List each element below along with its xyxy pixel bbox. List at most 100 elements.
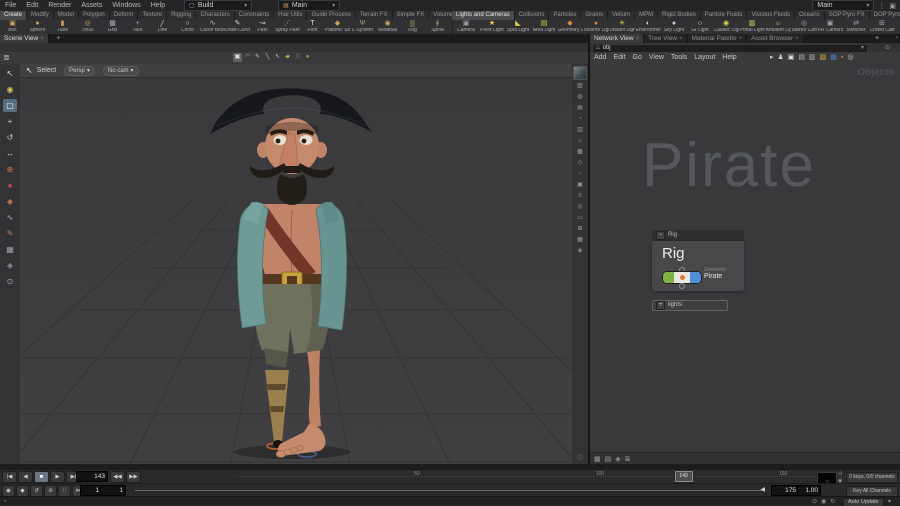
shelf-tool[interactable]: ∿ Curve Bezier xyxy=(200,20,225,34)
network-pane-tab[interactable]: Network View × xyxy=(590,34,644,43)
display-option-icon[interactable]: ▣ xyxy=(574,181,586,190)
playback-start-field[interactable]: 1 xyxy=(100,485,126,496)
display-option-icon[interactable]: ☼ xyxy=(574,137,586,146)
range-start-field[interactable]: 1 xyxy=(80,485,102,496)
shelf-tool[interactable]: ▒ Fog xyxy=(400,20,425,34)
display-option-icon[interactable]: ▤ xyxy=(574,104,586,113)
shelf-tool[interactable]: ○ GI Light xyxy=(687,20,713,34)
shelf-tab[interactable]: MPM xyxy=(635,11,658,20)
menubar-menu[interactable]: Assets xyxy=(76,2,107,9)
shelf-tool[interactable]: ☀ Distant Light xyxy=(609,20,635,34)
menu-icon[interactable]: ≣ xyxy=(3,52,10,64)
close-icon[interactable]: × xyxy=(739,36,743,42)
no-cam-pill[interactable]: No cam ▾ xyxy=(103,66,139,76)
shelf-tool[interactable]: ✎ Draw Curve xyxy=(225,20,250,34)
shelf-tab[interactable]: Particle Fluids xyxy=(701,11,748,20)
shelf-tool[interactable]: ▤ Area Light xyxy=(531,20,557,34)
scene-viewport[interactable]: ↖ Select Persp ▾ No cam ▾ xyxy=(20,64,572,464)
shelf-tool[interactable]: ◆ Geometry Light xyxy=(557,20,583,34)
shelf-tool[interactable]: ∮ Spiral xyxy=(425,20,450,34)
shelf-tab[interactable]: Characters xyxy=(196,11,234,20)
shelf-tab[interactable]: Modify xyxy=(27,11,54,20)
viewport-tool-icon[interactable]: ◈ xyxy=(3,259,17,272)
shelfset-selector[interactable]: ▤ Main ▾ xyxy=(278,0,340,11)
display-option-icon[interactable]: ▥ xyxy=(574,126,586,135)
display-option-icon[interactable]: ○ xyxy=(574,170,586,179)
network-menu[interactable]: Edit xyxy=(613,52,625,64)
playbar-mini-icon[interactable]: ⊙ xyxy=(838,472,842,477)
network-menu[interactable]: Add xyxy=(594,52,606,64)
viewport-tool-icon[interactable]: ▦ xyxy=(3,243,17,256)
shelf-tab[interactable]: Collisions xyxy=(515,11,550,20)
node-output-connector[interactable] xyxy=(679,283,685,289)
viewport-tool-icon[interactable]: ↔ xyxy=(3,147,17,160)
shelf-tab[interactable]: Create xyxy=(0,11,27,20)
transport-button[interactable]: |◀ xyxy=(2,471,17,483)
keys-info-button[interactable]: 0 keys, 0/0 channels xyxy=(846,472,898,483)
node-flag-right[interactable] xyxy=(690,272,701,283)
display-option-icon[interactable]: ≡ xyxy=(574,192,586,201)
shelf-tool[interactable]: ○ Circle xyxy=(175,20,200,34)
network-menu[interactable]: Tools xyxy=(671,52,687,64)
node-flag-left[interactable] xyxy=(663,272,674,283)
status-icon[interactable]: ⊙ xyxy=(812,497,817,506)
viewport-tool-icon[interactable]: + xyxy=(3,115,17,128)
display-option-icon[interactable]: ▧ xyxy=(574,82,586,91)
current-frame-field[interactable]: 143 xyxy=(76,471,108,482)
shelf-tab[interactable]: Oceans xyxy=(795,11,825,20)
viewport-tool-icon[interactable]: ↖ xyxy=(3,67,17,80)
network-toolbar-icon[interactable]: ♟ xyxy=(778,53,784,63)
shelf-tool[interactable]: ⊞ Crowd Camera xyxy=(869,20,895,34)
shelf-tool[interactable]: ◐ Environment Light xyxy=(635,20,661,34)
network-bottom-icon[interactable]: ◈ xyxy=(615,455,620,463)
viewport-tool-icon[interactable]: ▢ xyxy=(3,99,17,112)
clock-icon[interactable]: ◔ xyxy=(3,497,7,506)
shelf-tool[interactable]: ● Sky Light xyxy=(661,20,687,34)
shelf-tool[interactable]: ⋰ Spray Paint xyxy=(275,20,300,34)
shelf-tool[interactable]: ☼ Ambient Light xyxy=(765,20,791,34)
info-icon[interactable]: ⓘ xyxy=(574,455,586,464)
shelf-tool[interactable]: T Font xyxy=(300,20,325,34)
pane-menu-icon[interactable]: ▫ xyxy=(896,35,898,41)
shelf-tool[interactable]: ▣ Box xyxy=(0,20,25,34)
menubar-menu[interactable]: Help xyxy=(146,2,170,9)
network-menu[interactable]: Go xyxy=(633,52,642,64)
viewport-tool-icon[interactable]: ◆ xyxy=(3,195,17,208)
camera-selector-pill[interactable]: Persp ▾ xyxy=(64,66,95,76)
playback-range-slider[interactable]: ◀ xyxy=(135,490,763,491)
network-menu[interactable]: Layout xyxy=(694,52,715,64)
shelf-tool[interactable]: ◉ Caustic Light xyxy=(713,20,739,34)
selection-mode-icon[interactable]: ✎ xyxy=(253,53,262,62)
network-pane-tab[interactable]: Asset Browser × xyxy=(747,34,803,43)
status-icon[interactable]: ◉ xyxy=(821,497,826,506)
selection-mode-icon[interactable]: ↖ xyxy=(273,53,282,62)
network-toolbar-icon[interactable]: ▨ xyxy=(820,53,827,63)
selection-mode-icon[interactable]: ╲ xyxy=(263,53,272,62)
viewport-tool-icon[interactable]: ⊕ xyxy=(3,163,17,176)
selection-mode-icon[interactable]: ● xyxy=(303,53,312,62)
shelf-tab[interactable]: Guide Process xyxy=(307,11,355,20)
shelf-tool[interactable]: Ψ L-System xyxy=(350,20,375,34)
close-icon[interactable]: × xyxy=(679,36,683,42)
network-box-header[interactable]: − Rig xyxy=(652,230,744,241)
timeline-playhead[interactable]: 143 xyxy=(675,471,693,482)
jog-button[interactable]: ▶▶ xyxy=(126,471,141,483)
network-toolbar-icon[interactable]: ◎ xyxy=(847,53,853,63)
shelf-tool[interactable]: ▣ VR Camera xyxy=(817,20,843,34)
viewport-tool-icon[interactable]: ∿ xyxy=(3,211,17,224)
jog-button[interactable]: ◀◀ xyxy=(110,471,125,483)
viewport-tool-icon[interactable]: ● xyxy=(3,179,17,192)
shelf-tab[interactable]: Grains xyxy=(581,11,608,20)
close-icon[interactable]: × xyxy=(795,36,799,42)
shelf-tool[interactable]: ▣ Camera xyxy=(453,20,479,34)
auto-update-selector[interactable]: Auto Update xyxy=(843,498,884,506)
close-icon[interactable]: × xyxy=(40,36,44,42)
display-option-icon[interactable]: ◍ xyxy=(574,93,586,102)
menubar-menu[interactable]: Render xyxy=(43,2,76,9)
network-box-lights[interactable]: + lights xyxy=(652,300,728,311)
network-toolbar-icon[interactable]: ▤ xyxy=(798,53,805,63)
expand-icon[interactable]: + xyxy=(656,301,665,310)
menubar-menu[interactable]: File xyxy=(0,2,21,9)
shelf-tab[interactable]: Particles xyxy=(549,11,581,20)
pane-divider[interactable] xyxy=(588,34,590,464)
